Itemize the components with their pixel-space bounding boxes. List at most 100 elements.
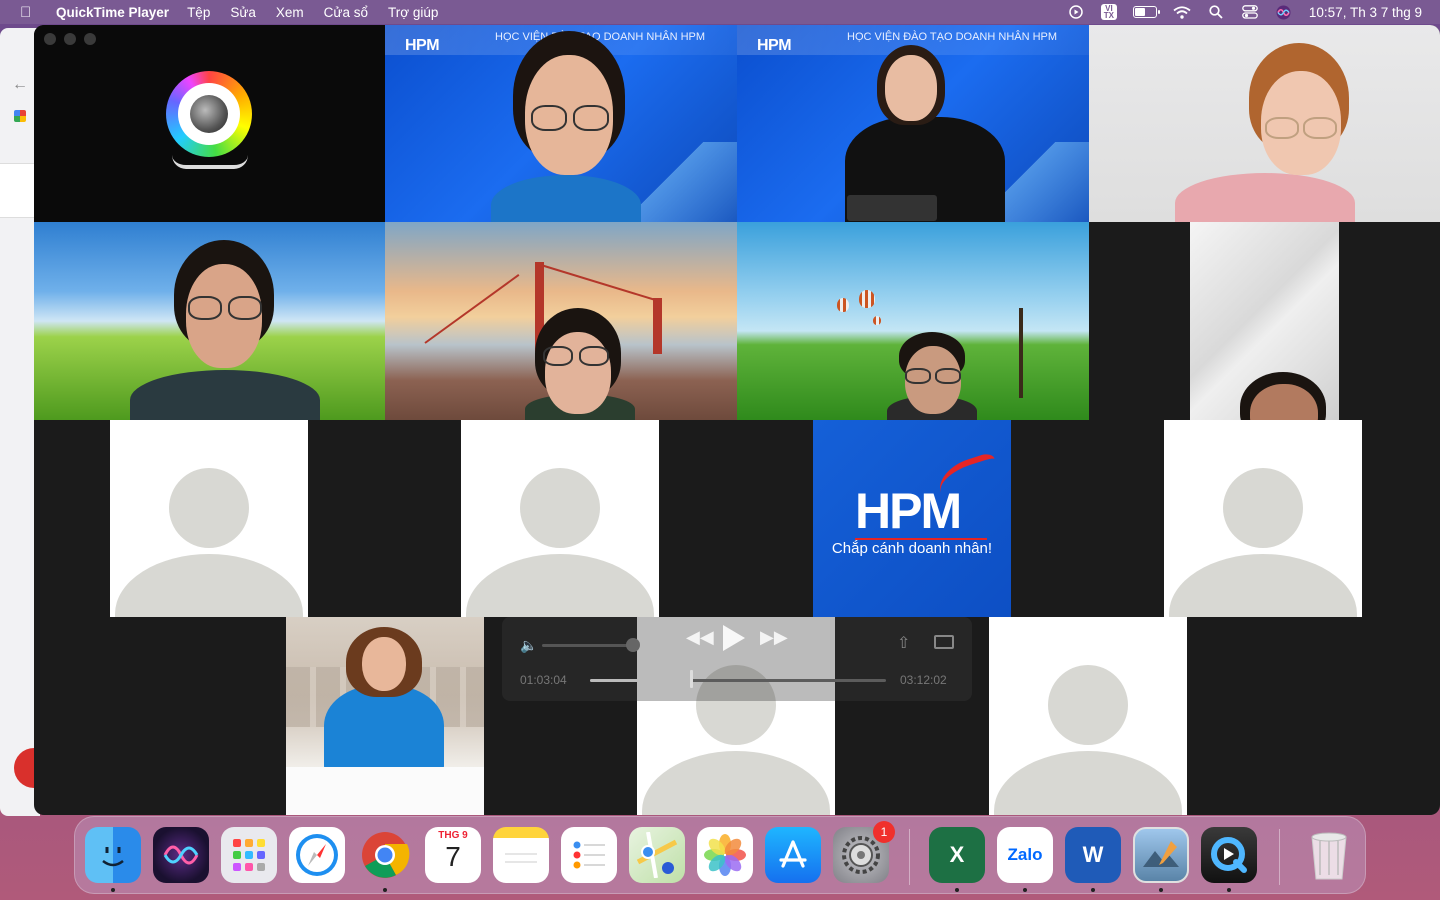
participant-face bbox=[545, 332, 611, 414]
minimize-window-button[interactable] bbox=[64, 33, 76, 45]
close-window-button[interactable] bbox=[44, 33, 56, 45]
picture-in-picture-icon[interactable] bbox=[934, 635, 954, 649]
quicktime-icon[interactable] bbox=[1201, 827, 1257, 883]
apps-grid-icon[interactable] bbox=[14, 110, 26, 122]
running-indicator bbox=[111, 888, 115, 892]
avatar-body-icon bbox=[466, 554, 654, 617]
participant-glasses bbox=[1303, 117, 1337, 139]
elapsed-time: 01:03:04 bbox=[520, 673, 567, 687]
excel-icon[interactable]: X bbox=[929, 827, 985, 883]
menu-edit[interactable]: Sửa bbox=[230, 5, 256, 20]
volume-knob[interactable] bbox=[626, 638, 640, 652]
screen-record-icon[interactable] bbox=[1067, 5, 1085, 19]
running-indicator bbox=[1159, 888, 1163, 892]
volume-icon[interactable]: 🔈 bbox=[520, 637, 537, 654]
search-icon[interactable] bbox=[1207, 5, 1225, 19]
wifi-icon[interactable] bbox=[1173, 5, 1191, 19]
calendar-day: 7 bbox=[445, 841, 461, 872]
menu-app-name[interactable]: QuickTime Player bbox=[56, 5, 169, 20]
photos-icon[interactable] bbox=[697, 827, 753, 883]
video-tile-participant-office bbox=[286, 617, 484, 815]
participant-glasses bbox=[573, 105, 609, 131]
back-arrow-icon[interactable]: ← bbox=[12, 76, 28, 94]
menu-help[interactable]: Trợ giúp bbox=[388, 5, 438, 20]
avatar-body-icon bbox=[994, 751, 1182, 815]
window-controls bbox=[44, 33, 96, 45]
zalo-icon[interactable]: Zalo bbox=[997, 827, 1053, 883]
dock-separator bbox=[909, 829, 910, 885]
siri-icon[interactable] bbox=[1275, 5, 1293, 19]
menu-file[interactable]: Tệp bbox=[187, 5, 210, 20]
remaining-time: 03:12:02 bbox=[900, 673, 947, 687]
avatar-head-icon bbox=[1223, 468, 1303, 548]
calendar-icon[interactable]: THG 9 7 bbox=[425, 827, 481, 883]
timeline-progress bbox=[590, 679, 691, 682]
video-tile-participant-pink bbox=[1089, 25, 1440, 222]
running-indicator bbox=[1227, 888, 1231, 892]
video-tile-participant-field bbox=[34, 222, 385, 420]
participant-glasses bbox=[905, 368, 931, 384]
playback-controls[interactable]: 🔈 ◀◀ ▶▶ ⇧ 01:03:04 03:12:02 bbox=[502, 617, 972, 701]
banner-mesh-graphic bbox=[627, 142, 737, 222]
running-indicator bbox=[955, 888, 959, 892]
bridge-cable bbox=[424, 274, 520, 344]
participant-glasses bbox=[579, 346, 609, 366]
reminders-icon[interactable] bbox=[561, 827, 617, 883]
zoom-window-button[interactable] bbox=[84, 33, 96, 45]
launchpad-icon[interactable] bbox=[221, 827, 277, 883]
word-icon[interactable]: W bbox=[1065, 827, 1121, 883]
fast-forward-icon[interactable]: ▶▶ bbox=[760, 627, 788, 648]
menu-window[interactable]: Cửa sổ bbox=[324, 5, 368, 20]
finder-icon[interactable] bbox=[85, 827, 141, 883]
menu-view[interactable]: Xem bbox=[276, 5, 304, 20]
dock: THG 9 7 1 X Zalo W bbox=[74, 816, 1366, 894]
safari-icon[interactable] bbox=[289, 827, 345, 883]
balloon bbox=[859, 290, 875, 308]
notification-badge: 1 bbox=[873, 821, 895, 843]
timeline-scrubber[interactable] bbox=[590, 679, 886, 682]
participant-body bbox=[491, 175, 641, 222]
menubar-clock[interactable]: 10:57, Th 3 7 thg 9 bbox=[1309, 5, 1422, 20]
running-indicator bbox=[383, 888, 387, 892]
trash-icon[interactable] bbox=[1301, 827, 1357, 883]
quicktime-player-window[interactable]: HPM HỌC VIỆN ĐÀO TẠO DOANH NHÂN HPM HPM … bbox=[34, 25, 1440, 815]
avatar-placeholder-tile bbox=[110, 420, 308, 617]
apple-menu-icon[interactable]:  bbox=[20, 4, 36, 21]
participant-glasses bbox=[228, 296, 262, 320]
app-store-icon[interactable] bbox=[765, 827, 821, 883]
system-preferences-icon[interactable]: 1 bbox=[833, 821, 895, 883]
participant-face bbox=[362, 637, 406, 691]
notes-icon[interactable] bbox=[493, 827, 549, 883]
timeline-playhead[interactable] bbox=[689, 670, 693, 688]
share-icon[interactable]: ⇧ bbox=[897, 633, 910, 653]
laptop bbox=[847, 195, 937, 221]
avatar-body-icon bbox=[1169, 554, 1357, 617]
maps-icon[interactable] bbox=[629, 827, 685, 883]
excel-letter: X bbox=[949, 842, 965, 867]
running-indicator bbox=[1023, 888, 1027, 892]
banner-title: HỌC VIỆN ĐÀO TẠO DOANH NHÂN HPM bbox=[847, 31, 1058, 43]
rewind-icon[interactable]: ◀◀ bbox=[686, 627, 714, 648]
avatar-head-icon bbox=[1048, 665, 1128, 745]
video-tile-camera-logo bbox=[34, 25, 385, 222]
volume-slider[interactable] bbox=[542, 644, 634, 647]
chrome-icon[interactable] bbox=[357, 827, 413, 883]
running-indicator bbox=[1091, 888, 1095, 892]
battery-icon[interactable] bbox=[1132, 6, 1160, 18]
camera-app-icon bbox=[166, 71, 252, 157]
preview-icon[interactable] bbox=[1133, 827, 1189, 883]
video-tile-speaker-1: HPM HỌC VIỆN ĐÀO TẠO DOANH NHÂN HPM bbox=[385, 25, 737, 222]
play-button[interactable] bbox=[723, 625, 745, 651]
video-tile-participant-bridge bbox=[385, 222, 737, 420]
avatar-placeholder-tile bbox=[989, 617, 1187, 815]
avatar-placeholder-tile bbox=[461, 420, 659, 617]
input-method-icon[interactable]: VI TX bbox=[1100, 4, 1117, 20]
participant-glasses bbox=[188, 296, 222, 320]
avatar-body-icon bbox=[115, 554, 303, 617]
control-center-icon[interactable] bbox=[1241, 5, 1259, 19]
balloon bbox=[837, 298, 849, 312]
video-tile-participant-room bbox=[1190, 222, 1339, 420]
siri-app-icon[interactable] bbox=[153, 827, 209, 883]
avatar-head-icon bbox=[169, 468, 249, 548]
zalo-label: Zalo bbox=[1007, 845, 1043, 864]
